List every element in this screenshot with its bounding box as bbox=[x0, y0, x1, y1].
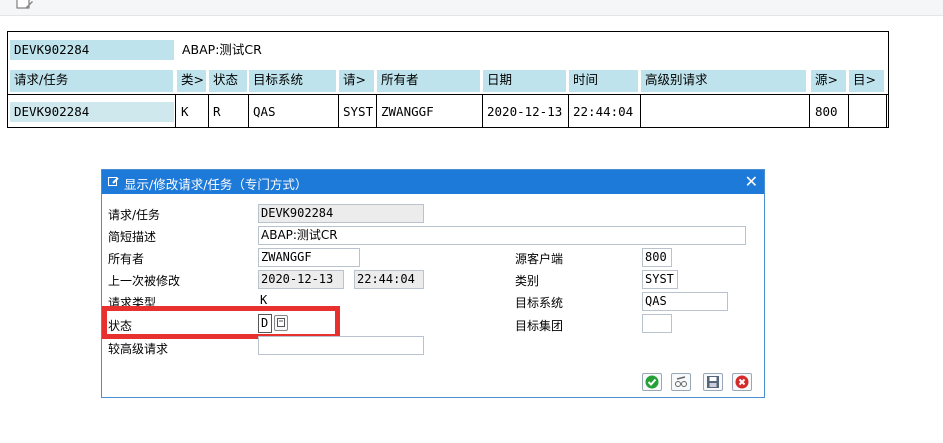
list-title-row: DEVK902284 ABAP:测试CR bbox=[8, 32, 888, 68]
col-header-target[interactable]: 目> bbox=[849, 70, 885, 92]
label-target-system: 目标系统 bbox=[515, 296, 564, 310]
check-icon bbox=[645, 375, 659, 389]
source-client-field[interactable]: 800 bbox=[642, 248, 672, 267]
col-header-source[interactable]: 源> bbox=[811, 70, 847, 92]
row-time: 22:44:04 bbox=[573, 104, 634, 119]
display-change-button[interactable] bbox=[671, 373, 691, 391]
cancel-icon bbox=[735, 375, 749, 389]
label-source-client: 源客户端 bbox=[515, 252, 564, 266]
list-header-row: 请求/任务 类> 状态 目标系统 请> 所有者 日期 时间 高级别请求 源> 目… bbox=[8, 70, 888, 92]
col-header-type[interactable]: 类> bbox=[177, 70, 207, 92]
row-source: 800 bbox=[815, 104, 838, 119]
category-field[interactable]: SYST bbox=[642, 270, 678, 289]
target-group-field[interactable] bbox=[642, 314, 672, 333]
row-owner: ZWANGGF bbox=[381, 104, 434, 119]
display-change-icon[interactable] bbox=[16, 0, 34, 10]
col-header-target-system[interactable]: 目标系统 bbox=[249, 70, 337, 92]
save-icon bbox=[707, 376, 719, 388]
save-button[interactable] bbox=[703, 373, 723, 391]
confirm-button[interactable] bbox=[642, 373, 662, 391]
cancel-button[interactable] bbox=[732, 373, 752, 391]
request-list: DEVK902284 ABAP:测试CR 请求/任务 类> 状态 目标系统 请>… bbox=[7, 31, 889, 128]
col-header-status[interactable]: 状态 bbox=[209, 70, 248, 92]
row-date: 2020-12-13 bbox=[487, 104, 563, 119]
short-desc-field[interactable]: ABAP:测试CR bbox=[258, 226, 746, 245]
row-req: SYST bbox=[343, 104, 374, 119]
owner-field[interactable]: ZWANGGF bbox=[258, 248, 360, 267]
col-header-req[interactable]: 请> bbox=[339, 70, 375, 92]
row-higher-request bbox=[641, 102, 807, 122]
row-type: K bbox=[181, 104, 189, 119]
row-request-id[interactable]: DEVK902284 bbox=[10, 102, 174, 122]
list-description: ABAP:测试CR bbox=[182, 42, 262, 57]
highlight-box bbox=[102, 306, 340, 339]
glasses-pencil-icon bbox=[675, 376, 687, 387]
edit-icon bbox=[108, 177, 119, 186]
application-toolbar bbox=[0, 0, 943, 16]
col-header-date[interactable]: 日期 bbox=[483, 70, 567, 92]
row-target bbox=[849, 102, 885, 122]
last-changed-date-field[interactable]: 2020-12-13 bbox=[258, 270, 344, 289]
col-header-time[interactable]: 时间 bbox=[569, 70, 639, 92]
target-system-field[interactable]: QAS bbox=[642, 292, 728, 311]
label-target-group: 目标集团 bbox=[515, 319, 564, 333]
label-last-changed: 上一次被修改 bbox=[108, 274, 181, 288]
label-request-task: 请求/任务 bbox=[108, 208, 161, 222]
row-target-system: QAS bbox=[253, 104, 276, 119]
list-request-id: DEVK902284 bbox=[10, 40, 174, 60]
col-header-request[interactable]: 请求/任务 bbox=[10, 70, 174, 92]
col-header-owner[interactable]: 所有者 bbox=[377, 70, 481, 92]
label-owner: 所有者 bbox=[108, 252, 145, 266]
row-status: R bbox=[213, 104, 221, 119]
request-task-field[interactable]: DEVK902284 bbox=[258, 204, 424, 223]
table-row[interactable]: DEVK902284 K R QAS SYST ZWANGGF 2020-12-… bbox=[8, 94, 888, 129]
request-dialog: 显示/修改请求/任务（专门方式） ✕ 请求/任务 DEVK902284 简短描述… bbox=[101, 169, 765, 398]
label-category: 类别 bbox=[515, 274, 540, 288]
dialog-title: 显示/修改请求/任务（专门方式） bbox=[124, 177, 308, 192]
dialog-title-bar[interactable]: 显示/修改请求/任务（专门方式） ✕ bbox=[102, 170, 764, 194]
close-icon[interactable]: ✕ bbox=[745, 172, 758, 191]
label-higher-request: 较高级请求 bbox=[108, 342, 169, 356]
label-short-desc: 简短描述 bbox=[108, 230, 157, 244]
last-changed-time-field[interactable]: 22:44:04 bbox=[354, 270, 424, 289]
col-header-higher-request[interactable]: 高级别请求 bbox=[641, 70, 807, 92]
higher-request-field[interactable] bbox=[258, 336, 424, 355]
